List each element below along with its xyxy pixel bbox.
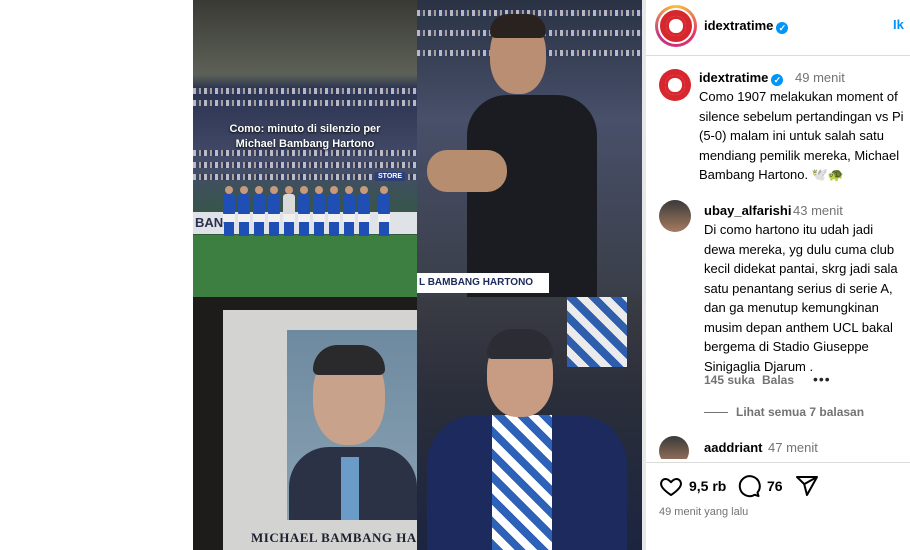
- store-sign: STORE: [375, 172, 405, 181]
- actions-divider: [646, 462, 910, 463]
- player: [253, 186, 265, 236]
- caption-avatar[interactable]: [659, 69, 691, 101]
- comment-time[interactable]: 47 menit: [768, 440, 818, 455]
- like-icon[interactable]: [659, 474, 683, 498]
- comment-icon[interactable]: [737, 474, 761, 498]
- media-panel-lineup: BANG Como: minuto di silenzio per Michae…: [193, 0, 417, 297]
- comment-username[interactable]: aaddriant: [704, 440, 763, 455]
- header-avatar[interactable]: [658, 8, 694, 44]
- reply-button[interactable]: Balas: [762, 373, 794, 387]
- coach-hands: [427, 150, 507, 192]
- caption-time[interactable]: 49 menit: [795, 70, 845, 85]
- caption-username[interactable]: idextratime ✓: [699, 70, 784, 86]
- fan-scarf: [492, 415, 552, 550]
- fan-scarf-background: [567, 297, 627, 367]
- fan-hair: [487, 329, 553, 359]
- name-plate: L BAMBANG HARTONO: [417, 273, 550, 293]
- view-replies-button[interactable]: Lihat semua 7 balasan: [704, 405, 864, 419]
- portrait-caption: MICHAEL BAMBANG HAI: [251, 530, 417, 545]
- crowd: [193, 88, 417, 94]
- portrait-tie: [341, 457, 359, 520]
- comments-fade: [646, 459, 910, 469]
- post-media[interactable]: BANG Como: minuto di silenzio per Michae…: [193, 0, 642, 550]
- media-overlay-caption: Como: minuto di silenzio per Michael Bam…: [229, 123, 381, 150]
- player: [358, 186, 370, 236]
- header-username[interactable]: idextratime ✓: [704, 18, 789, 34]
- comments-count[interactable]: 76: [767, 478, 783, 494]
- header-link[interactable]: Ik: [893, 17, 904, 32]
- posted-time[interactable]: 49 menit yang lalu: [659, 506, 748, 518]
- media-panel-portrait: MICHAEL BAMBANG HAI: [193, 297, 417, 550]
- player: [328, 186, 340, 236]
- player: [343, 186, 355, 236]
- player: [378, 186, 390, 236]
- portrait-hair: [313, 345, 385, 375]
- comment-time[interactable]: 43 menit: [793, 203, 843, 218]
- media-panel-fan: [417, 297, 642, 550]
- media-panel-coach: L BAMBANG HARTONO: [417, 0, 642, 297]
- replies-line: [704, 412, 728, 414]
- header-divider: [646, 55, 910, 56]
- player: [298, 186, 310, 236]
- comment-text: Di como hartono itu udah jadi dewa merek…: [704, 222, 898, 374]
- player: [223, 186, 235, 236]
- players-lineup: [223, 186, 403, 236]
- likes-count[interactable]: 9,5 rb: [689, 478, 726, 494]
- comment-username[interactable]: ubay_alfarishi: [704, 203, 791, 218]
- comment-likes[interactable]: 145 suka: [704, 373, 755, 387]
- verified-icon: ✓: [776, 22, 789, 34]
- comment-avatar[interactable]: [659, 200, 691, 232]
- player: [268, 186, 280, 236]
- post-caption: Como 1907 melakukan moment of silence se…: [699, 89, 904, 182]
- player: [238, 186, 250, 236]
- more-options-icon[interactable]: •••: [813, 371, 831, 387]
- verified-icon: ✓: [771, 74, 784, 86]
- page-margin: [0, 0, 193, 550]
- player: [283, 186, 295, 236]
- crowd: [193, 162, 417, 168]
- player: [313, 186, 325, 236]
- crowd: [193, 100, 417, 106]
- coach-figure: [467, 95, 597, 297]
- share-icon[interactable]: [795, 474, 819, 498]
- coach-hair: [490, 14, 546, 38]
- pitch: [193, 235, 417, 297]
